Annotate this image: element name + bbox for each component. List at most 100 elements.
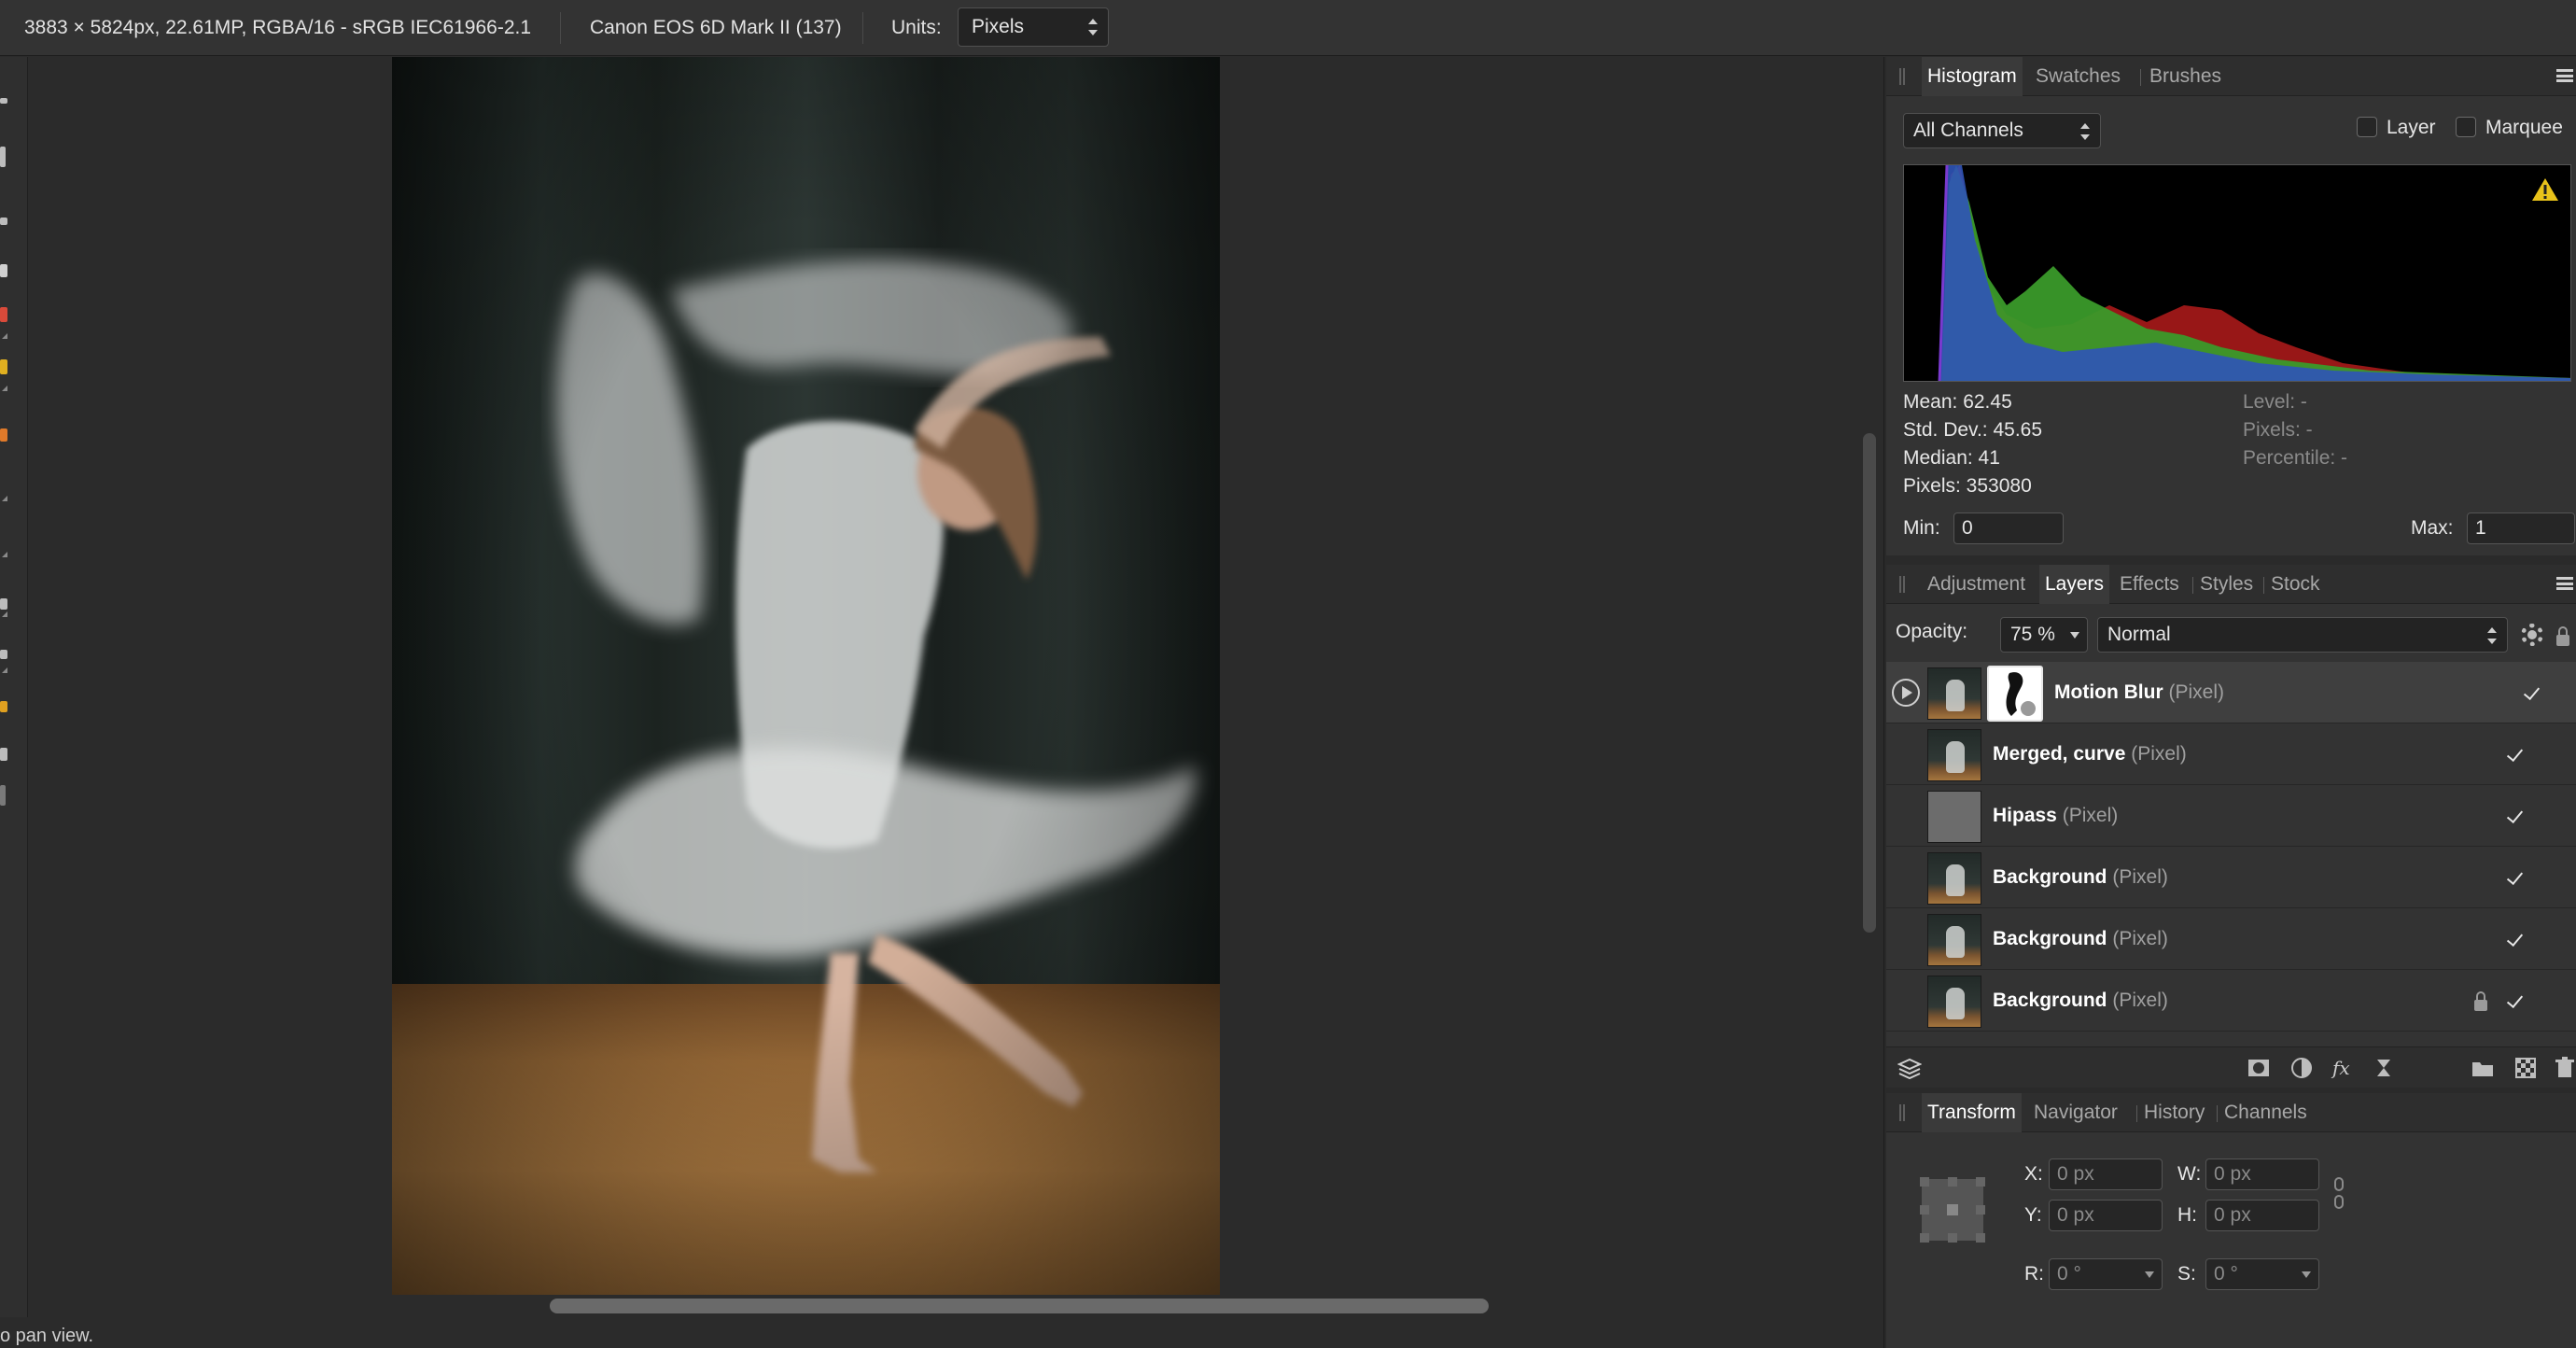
studio-panels: Histogram Swatches Brushes All Channels … bbox=[1883, 57, 2576, 1348]
layer-thumbnail bbox=[1927, 729, 1981, 781]
tab-histogram[interactable]: Histogram bbox=[1922, 57, 2023, 96]
move-tool-icon[interactable] bbox=[0, 98, 7, 104]
layers-tabs: Adjustment Layers Effects Styles Stock bbox=[1886, 565, 2576, 604]
layers-stack-icon[interactable] bbox=[1897, 1057, 1922, 1079]
context-toolbar: 3883 × 5824px, 22.61MP, RGBA/16 - sRGB I… bbox=[0, 0, 2576, 56]
layer-row-background-2[interactable]: Background (Pixel) bbox=[1886, 908, 2576, 970]
trash-icon[interactable] bbox=[2553, 1057, 2576, 1079]
layer-name: Merged, curve (Pixel) bbox=[1993, 723, 2187, 785]
layer-name: Motion Blur (Pixel) bbox=[2054, 662, 2224, 723]
min-input[interactable]: 0 bbox=[1953, 513, 2064, 544]
mask-icon[interactable] bbox=[2247, 1057, 2271, 1079]
panel-menu-icon[interactable] bbox=[2556, 69, 2573, 82]
layer-thumbnail bbox=[1927, 667, 1981, 720]
stat-mean: Mean: 62.45 bbox=[1903, 391, 2012, 413]
layer-row-hipass[interactable]: Hipass (Pixel) bbox=[1886, 785, 2576, 847]
rotation-input[interactable]: 0 ° bbox=[2049, 1258, 2163, 1290]
tab-layers[interactable]: Layers bbox=[2039, 565, 2110, 604]
w-input[interactable]: 0 px bbox=[2205, 1158, 2319, 1190]
opacity-select[interactable]: 75 % bbox=[2000, 617, 2088, 653]
warning-icon[interactable] bbox=[2531, 176, 2559, 203]
y-input[interactable]: 0 px bbox=[2049, 1200, 2163, 1231]
lock-icon[interactable] bbox=[2556, 626, 2569, 646]
layer-row-motion-blur[interactable]: Motion Blur (Pixel) bbox=[1886, 662, 2576, 723]
transform-panel: Transform Navigator History Channels X: … bbox=[1886, 1093, 2576, 1348]
tab-divider bbox=[2263, 577, 2264, 594]
status-hint: o pan view. bbox=[0, 1326, 94, 1346]
visibility-checkbox[interactable] bbox=[2508, 931, 2521, 948]
layer-row-background-3[interactable]: Background (Pixel) bbox=[1886, 970, 2576, 1032]
adjustment-icon[interactable] bbox=[2289, 1057, 2314, 1079]
tab-brushes[interactable]: Brushes bbox=[2149, 57, 2221, 96]
marquee-checkbox[interactable] bbox=[2456, 117, 2476, 137]
layer-row-merged-curve[interactable]: Merged, curve (Pixel) bbox=[1886, 723, 2576, 785]
document-canvas[interactable] bbox=[29, 57, 1858, 1313]
play-icon[interactable] bbox=[1892, 679, 1920, 707]
visibility-checkbox[interactable] bbox=[2525, 684, 2538, 701]
blend-mode-select[interactable]: Normal bbox=[2097, 617, 2508, 653]
panel-grip-icon[interactable] bbox=[1899, 1104, 1905, 1121]
tab-styles[interactable]: Styles bbox=[2200, 565, 2253, 604]
tab-history[interactable]: History bbox=[2144, 1093, 2205, 1132]
visibility-checkbox[interactable] bbox=[2508, 992, 2521, 1009]
layer-lock-icon[interactable] bbox=[2474, 991, 2487, 1011]
units-select[interactable]: Pixels bbox=[958, 7, 1109, 47]
pen-tool-icon[interactable] bbox=[0, 650, 7, 659]
gear-icon[interactable] bbox=[2521, 624, 2543, 646]
link-icon[interactable] bbox=[2332, 1177, 2345, 1209]
layer-checkbox[interactable] bbox=[2357, 117, 2377, 137]
histogram-panel: Histogram Swatches Brushes All Channels … bbox=[1886, 57, 2576, 555]
visibility-checkbox[interactable] bbox=[2508, 869, 2521, 886]
divider bbox=[862, 12, 863, 44]
mask-thumbnail[interactable] bbox=[1987, 666, 2043, 722]
live-filter-icon[interactable] bbox=[2372, 1057, 2396, 1079]
layer-type: (Pixel) bbox=[2112, 928, 2168, 949]
layer-name: Background (Pixel) bbox=[1993, 908, 2168, 970]
layer-thumbnail bbox=[1927, 791, 1981, 843]
panel-grip-icon[interactable] bbox=[1899, 576, 1905, 593]
visibility-checkbox[interactable] bbox=[2508, 807, 2521, 824]
visibility-checkbox[interactable] bbox=[2508, 746, 2521, 763]
tab-adjustment[interactable]: Adjustment bbox=[1927, 565, 2025, 604]
folder-icon[interactable] bbox=[2471, 1057, 2495, 1079]
tab-effects[interactable]: Effects bbox=[2120, 565, 2179, 604]
paint-brush-tool-icon[interactable] bbox=[0, 307, 7, 322]
shear-input[interactable]: 0 ° bbox=[2205, 1258, 2319, 1290]
crop-tool-icon[interactable] bbox=[0, 218, 7, 225]
anchor-point-selector-icon[interactable] bbox=[1916, 1173, 1989, 1246]
tool-flyout-icon bbox=[2, 552, 7, 557]
channel-select[interactable]: All Channels bbox=[1903, 113, 2101, 148]
layer-name: Hipass (Pixel) bbox=[1993, 785, 2118, 847]
image-info: 3883 × 5824px, 22.61MP, RGBA/16 - sRGB I… bbox=[24, 17, 532, 38]
divider bbox=[560, 12, 561, 44]
tab-swatches[interactable]: Swatches bbox=[2036, 57, 2121, 96]
layer-title: Background bbox=[1993, 928, 2107, 949]
stat-std-dev: Std. Dev.: 45.65 bbox=[1903, 419, 2043, 441]
h-label: H: bbox=[2177, 1204, 2197, 1226]
tab-navigator[interactable]: Navigator bbox=[2034, 1093, 2118, 1132]
retouch-tool-icon[interactable] bbox=[0, 598, 7, 610]
vertical-scrollbar[interactable] bbox=[1863, 433, 1876, 933]
s-label: S: bbox=[2177, 1263, 2196, 1285]
max-input[interactable]: 1 bbox=[2467, 513, 2575, 544]
x-input[interactable]: 0 px bbox=[2049, 1158, 2163, 1190]
selection-tool-icon[interactable] bbox=[0, 147, 6, 167]
h-input[interactable]: 0 px bbox=[2205, 1200, 2319, 1231]
tab-transform[interactable]: Transform bbox=[1922, 1093, 2022, 1132]
tab-stock[interactable]: Stock bbox=[2271, 565, 2320, 604]
pencil-tool-icon[interactable] bbox=[0, 359, 7, 374]
layer-type: (Pixel) bbox=[2131, 743, 2187, 765]
panel-menu-icon[interactable] bbox=[2556, 577, 2573, 590]
zoom-tool-icon[interactable] bbox=[0, 785, 6, 806]
smudge-tool-icon[interactable] bbox=[0, 428, 7, 442]
fx-icon[interactable]: fx bbox=[2331, 1057, 2355, 1079]
gradient-tool-icon[interactable] bbox=[0, 701, 7, 712]
horizontal-scrollbar[interactable] bbox=[550, 1299, 1489, 1313]
hand-tool-icon[interactable] bbox=[0, 748, 7, 761]
checkerboard-icon[interactable] bbox=[2513, 1057, 2538, 1079]
flood-fill-tool-icon[interactable] bbox=[0, 264, 7, 277]
layer-type: (Pixel) bbox=[2168, 681, 2224, 703]
panel-grip-icon[interactable] bbox=[1899, 68, 1905, 85]
layer-row-background-1[interactable]: Background (Pixel) bbox=[1886, 847, 2576, 908]
tab-channels[interactable]: Channels bbox=[2224, 1093, 2307, 1132]
